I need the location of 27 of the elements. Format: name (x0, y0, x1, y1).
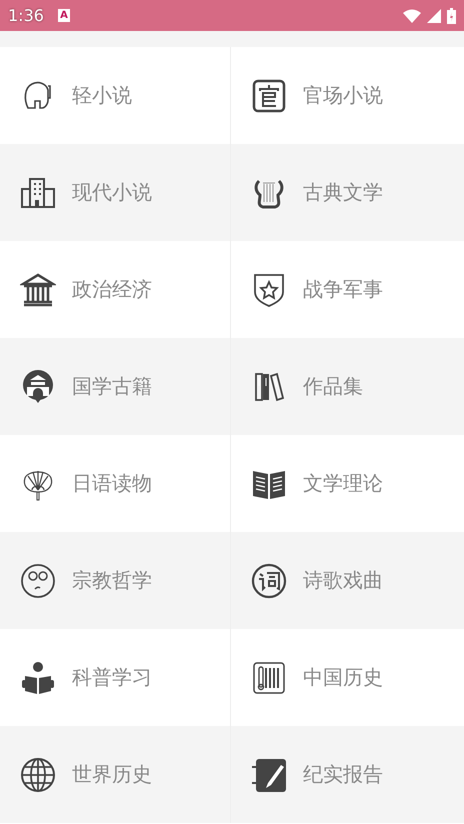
circle-glyph-icon (251, 562, 287, 598)
scroll-icon (251, 660, 287, 696)
battery-icon (447, 8, 456, 24)
category-tile[interactable]: 诗歌戏曲 (231, 532, 464, 629)
category-tile[interactable]: 现代小说 (0, 144, 231, 241)
notebook-pen-icon (251, 756, 287, 792)
category-tile[interactable]: 古典文学 (231, 144, 464, 241)
category-tile[interactable]: 官场小说 (231, 47, 464, 144)
notification-icon: A (58, 9, 70, 22)
category-tile[interactable]: 纪实报告 (231, 726, 464, 823)
shield-star-icon (251, 272, 287, 308)
category-tile[interactable]: 世界历史 (0, 726, 231, 823)
category-tile[interactable]: 作品集 (231, 338, 464, 435)
signal-icon (427, 8, 441, 22)
category-tile[interactable]: 宗教哲学 (0, 532, 231, 629)
category-tile[interactable]: 中国历史 (231, 629, 464, 726)
reader-icon (20, 660, 56, 696)
gate-pin-icon (20, 368, 56, 404)
category-tile[interactable]: 战争军事 (231, 241, 464, 338)
bank-icon (20, 272, 56, 308)
category-tile[interactable]: 文学理论 (231, 435, 464, 532)
category-tile[interactable]: 国学古籍 (0, 338, 231, 435)
status-time: 1:36 (8, 6, 44, 25)
framed-sign-icon (251, 78, 287, 114)
globe-icon (20, 756, 56, 792)
face-icon (20, 562, 56, 598)
wifi-icon (403, 8, 421, 22)
